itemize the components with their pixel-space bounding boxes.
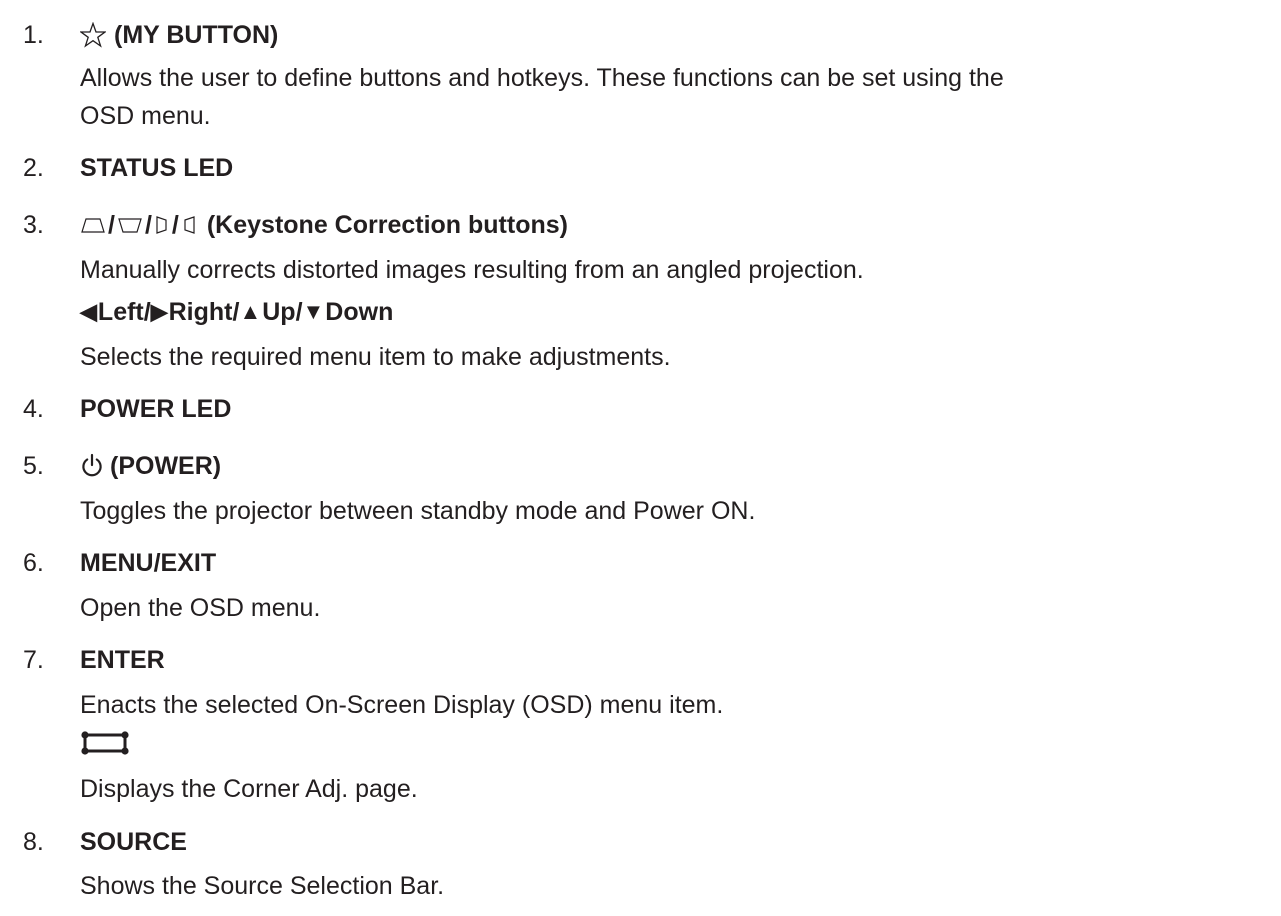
item-number: 7. <box>23 646 44 674</box>
item-number: 5. <box>23 452 44 480</box>
item-description: Open the OSD menu. <box>80 594 321 622</box>
manual-page: 1. (MY BUTTON) Allows the user to define… <box>0 0 1281 916</box>
keystone-top-icon <box>80 215 106 235</box>
right-arrow-icon: ▶ <box>150 299 168 324</box>
label-down: Down <box>325 298 394 326</box>
left-arrow-icon: ◀ <box>80 299 97 324</box>
item-heading: (POWER) <box>80 451 221 481</box>
keystone-left-icon <box>181 215 197 235</box>
corner-adjust-icon <box>80 730 130 756</box>
item-description: Manually corrects distorted images resul… <box>80 256 864 284</box>
label-up: Up <box>262 298 296 326</box>
item-description: Toggles the projector between standby mo… <box>80 497 756 525</box>
up-arrow-icon: ▲ <box>239 299 262 324</box>
separator: / <box>143 298 151 326</box>
item-number: 3. <box>23 211 44 239</box>
item-heading: STATUS LED <box>80 154 234 182</box>
item-heading: POWER LED <box>80 395 232 423</box>
item-heading-text: (Keystone Correction buttons) <box>206 211 568 239</box>
item-heading: SOURCE <box>80 828 187 856</box>
keystone-bottom-icon <box>117 215 143 235</box>
down-arrow-icon: ▼ <box>302 299 325 324</box>
item-heading: MENU/EXIT <box>80 549 217 577</box>
item-heading-text: (MY BUTTON) <box>114 21 279 49</box>
item-heading: (MY BUTTON) <box>80 20 278 50</box>
item-number: 4. <box>23 395 44 423</box>
item-heading: ENTER <box>80 646 165 674</box>
item-number: 8. <box>23 828 44 856</box>
label-right: Right <box>168 298 233 326</box>
item-description: Allows the user to define buttons and ho… <box>80 64 1004 92</box>
item-description: Enacts the selected On-Screen Display (O… <box>80 691 724 719</box>
separator: / <box>232 298 240 326</box>
separator: / <box>295 298 303 326</box>
separator: / <box>171 211 179 239</box>
power-icon <box>80 453 104 479</box>
item-heading-text: (POWER) <box>110 452 222 480</box>
item-subheading: ◀ Left / ▶ Right / ▲ Up / ▼ Down <box>80 297 393 327</box>
separator: / <box>108 211 115 239</box>
star-outline-icon <box>80 22 106 48</box>
separator: / <box>144 211 152 239</box>
item-description: Shows the Source Selection Bar. <box>80 872 445 900</box>
item-description: OSD menu. <box>80 102 211 130</box>
item-description: Selects the required menu item to make a… <box>80 343 671 371</box>
item-number: 1. <box>23 21 44 49</box>
item-heading: / / / (Keystone Correction buttons) <box>80 210 568 240</box>
item-number: 2. <box>23 154 44 182</box>
keystone-right-icon <box>154 215 170 235</box>
label-left: Left <box>97 298 144 326</box>
item-number: 6. <box>23 549 44 577</box>
item-description: Displays the Corner Adj. page. <box>80 775 418 803</box>
